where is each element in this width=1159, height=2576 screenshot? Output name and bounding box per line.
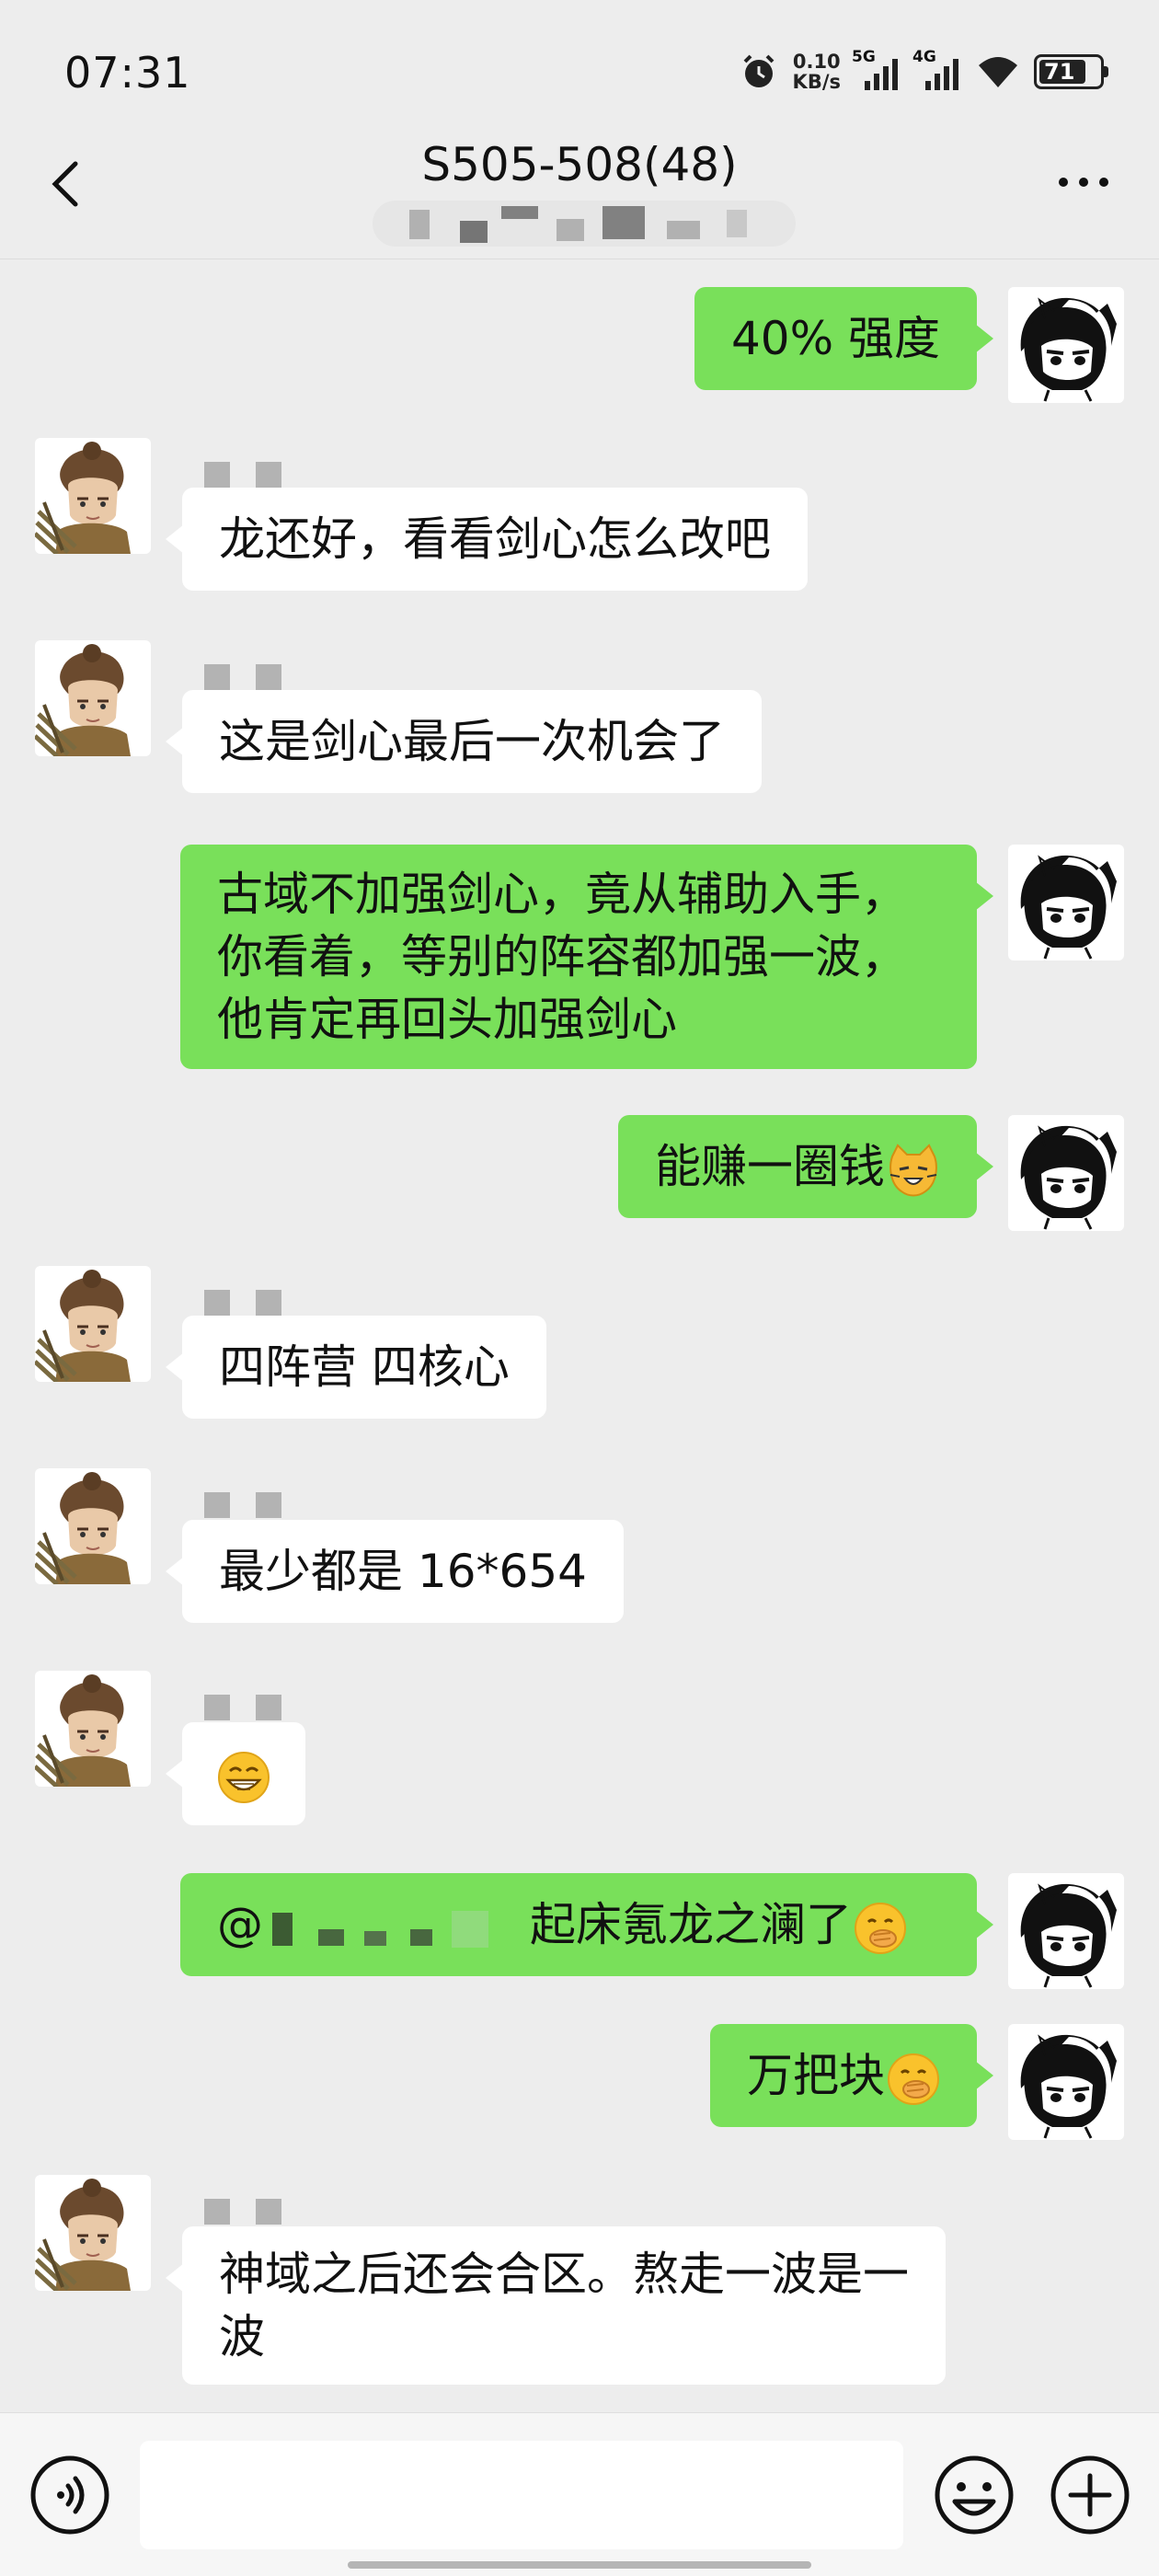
- sender-name-redacted: [201, 1689, 311, 1726]
- message-bubble[interactable]: 龙还好，看看剑心怎么改吧: [166, 488, 808, 591]
- emoji-icon[interactable]: [933, 2454, 1016, 2536]
- sender-avatar[interactable]: [35, 1468, 151, 1584]
- my-avatar[interactable]: [1008, 1115, 1124, 1231]
- hand-over-mouth-emoji: [854, 1902, 907, 1954]
- cat-face-emoji: [889, 1144, 938, 1197]
- message-bubble[interactable]: @ 起床氪龙之澜了: [180, 1873, 993, 1976]
- input-bar: [0, 2412, 1159, 2576]
- chat-header: S505-508(48): [0, 138, 1159, 259]
- battery-icon: 71: [1034, 54, 1108, 89]
- message-bubble[interactable]: 万把块: [710, 2024, 993, 2127]
- message-bubble[interactable]: [166, 1722, 305, 1825]
- sender-name-redacted: [201, 2193, 311, 2230]
- sender-avatar[interactable]: [35, 438, 151, 554]
- my-avatar[interactable]: [1008, 287, 1124, 403]
- hand-over-mouth-emoji: [887, 2053, 940, 2105]
- mention-at: @: [217, 1898, 263, 1951]
- sender-avatar[interactable]: [35, 2175, 151, 2291]
- message-list: 40% 强度 龙还好，看看剑心怎么改吧 这是剑心最后一次机会了 古域不加强剑心，…: [0, 259, 1159, 2412]
- subtitle-redacted: [373, 201, 796, 247]
- net-speed: 0.10 KB/s: [792, 51, 841, 93]
- sender-avatar[interactable]: [35, 640, 151, 756]
- status-time: 07:31: [64, 48, 191, 98]
- home-indicator[interactable]: [348, 2561, 811, 2569]
- message-bubble[interactable]: 最少都是 16*654: [166, 1520, 624, 1623]
- my-avatar[interactable]: [1008, 845, 1124, 960]
- wifi-icon: [979, 57, 1017, 87]
- status-icons: 0.10 KB/s 5G 4G 71: [740, 44, 1108, 99]
- message-input[interactable]: [140, 2441, 903, 2549]
- my-avatar[interactable]: [1008, 1873, 1124, 1989]
- grinning-emoji: [217, 1751, 270, 1803]
- sender-avatar[interactable]: [35, 1266, 151, 1382]
- message-bubble[interactable]: 40% 强度: [694, 287, 994, 390]
- sender-avatar[interactable]: [35, 1671, 151, 1787]
- message-bubble[interactable]: 四阵营 四核心: [166, 1316, 546, 1419]
- signal-5g-icon: 5G: [852, 48, 901, 90]
- alarm-icon: [743, 54, 774, 87]
- voice-icon[interactable]: [29, 2455, 110, 2536]
- message-bubble[interactable]: 这是剑心最后一次机会了: [166, 690, 762, 793]
- message-bubble[interactable]: 能赚一圈钱: [618, 1115, 993, 1218]
- message-bubble[interactable]: 古域不加强剑心，竟从辅助入手， 你看着，等别的阵容都加强一波， 他肯定再回头加强…: [180, 845, 993, 1069]
- plus-icon[interactable]: [1049, 2454, 1131, 2536]
- my-avatar[interactable]: [1008, 2024, 1124, 2140]
- status-bar: 07:31 0.10 KB/s 5G 4G 71: [0, 0, 1159, 138]
- sender-name-redacted: [201, 1487, 311, 1524]
- signal-4g-icon: 4G: [912, 48, 962, 90]
- ellipsis-icon[interactable]: [1054, 164, 1113, 201]
- mention-name-redacted: [263, 1905, 530, 1951]
- message-bubble[interactable]: 神域之后还会合区。熬走一波是一 波: [166, 2226, 946, 2385]
- chat-title: S505-508(48): [421, 138, 738, 191]
